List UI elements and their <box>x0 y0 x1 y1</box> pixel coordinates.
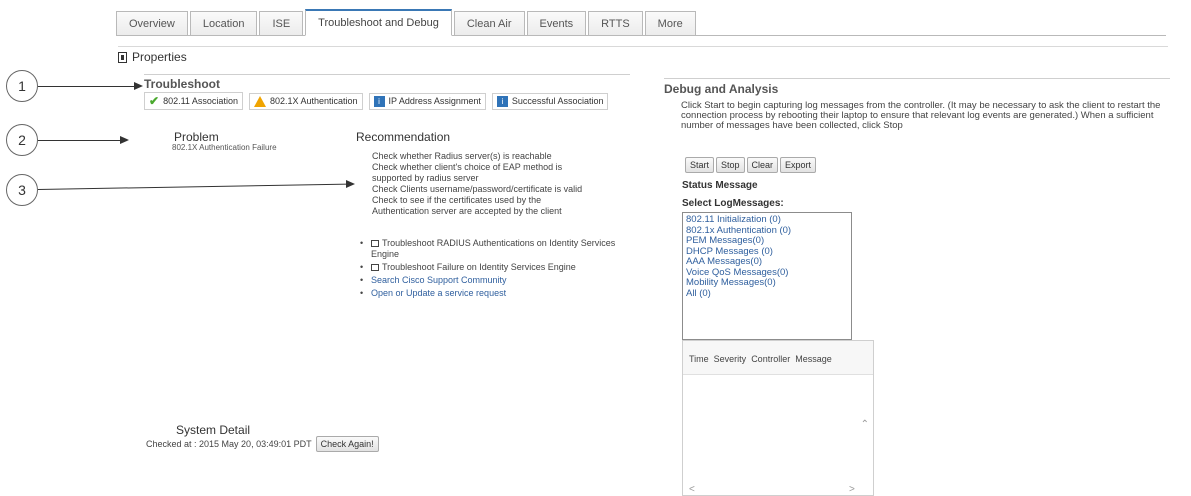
properties-label: Properties <box>132 50 187 64</box>
recommendation-title: Recommendation <box>356 130 451 144</box>
list-item[interactable]: Mobility Messages(0) <box>686 277 848 289</box>
info-icon: i <box>496 95 508 107</box>
scroll-left-icon[interactable]: < <box>689 484 695 495</box>
list-item[interactable]: 802.11 Initialization (0) <box>686 214 848 226</box>
recommendation-line: supported by radius server <box>372 173 479 183</box>
list-item: • Troubleshoot RADIUS Authentications on… <box>360 238 620 260</box>
select-log-messages-label: Select LogMessages: <box>682 198 784 209</box>
table-header: Time Severity Controller Message <box>683 341 873 375</box>
service-request-link[interactable]: Open or Update a service request <box>371 288 506 299</box>
troubleshoot-title: Troubleshoot <box>144 77 220 91</box>
step-label: 802.11 Association <box>163 96 238 106</box>
callout-3: 3 <box>6 174 38 206</box>
callout-arrow <box>38 140 122 141</box>
properties-header[interactable]: Properties <box>118 50 187 64</box>
step-association: ✔ 802.11 Association <box>144 92 243 110</box>
tab-ise[interactable]: ISE <box>259 11 304 35</box>
info-icon: i <box>373 95 385 107</box>
column-header-time[interactable]: Time <box>689 354 709 374</box>
debug-description: Click Start to begin capturing log messa… <box>681 100 1161 131</box>
check-again-button[interactable]: Check Again! <box>315 436 379 452</box>
step-label: 802.1X Authentication <box>269 96 358 106</box>
log-table: Time Severity Controller Message ⌃ ⌄ < > <box>682 340 874 496</box>
log-messages-list[interactable]: 802.11 Initialization (0) 802.1x Authent… <box>682 212 852 340</box>
callout-1: 1 <box>6 70 38 102</box>
step-successful-association: i Successful Association <box>491 92 609 110</box>
list-item: • Open or Update a service request <box>360 288 507 299</box>
recommendation-line: Check to see if the certificates used by… <box>372 195 542 205</box>
list-item: • Troubleshoot Failure on Identity Servi… <box>360 262 576 273</box>
troubleshoot-steps: ✔ 802.11 Association 802.1X Authenticati… <box>144 92 609 110</box>
callout-arrow <box>37 183 348 190</box>
debug-toolbar: Start Stop Clear Export <box>685 157 817 173</box>
external-link-icon <box>371 264 379 271</box>
recommendation-line: Check Clients username/password/certific… <box>372 184 583 194</box>
list-item: • Search Cisco Support Community <box>360 275 507 286</box>
step-label: IP Address Assignment <box>388 96 481 106</box>
tab-clean-air[interactable]: Clean Air <box>453 11 525 35</box>
step-label: Successful Association <box>511 96 604 106</box>
divider <box>664 78 1170 79</box>
scroll-right-icon[interactable]: > <box>849 484 855 495</box>
arrow-head-icon <box>346 180 355 188</box>
checked-at-text: Checked at : 2015 May 20, 03:49:01 PDT <box>146 439 312 449</box>
search-community-link[interactable]: Search Cisco Support Community <box>371 275 507 286</box>
callout-2: 2 <box>6 124 38 156</box>
clear-button[interactable]: Clear <box>746 157 779 173</box>
export-button[interactable]: Export <box>780 157 817 173</box>
status-message-label: Status Message <box>682 180 758 191</box>
recommendation-line: Check whether client's choice of EAP met… <box>372 162 563 172</box>
divider <box>118 46 1168 47</box>
start-button[interactable]: Start <box>685 157 715 173</box>
check-icon: ✔ <box>149 94 160 108</box>
list-item[interactable]: All (0) <box>686 288 848 300</box>
list-item[interactable]: PEM Messages(0) <box>686 235 848 247</box>
column-header-severity[interactable]: Severity <box>714 354 747 374</box>
system-detail-row: Checked at : 2015 May 20, 03:49:01 PDT C… <box>146 436 379 452</box>
step-ip-address: i IP Address Assignment <box>368 92 486 110</box>
tab-bar: Overview Location ISE Troubleshoot and D… <box>116 9 1166 36</box>
arrow-head-icon <box>120 136 129 144</box>
external-link-icon <box>371 240 379 247</box>
tab-location[interactable]: Location <box>189 11 258 35</box>
column-header-message[interactable]: Message <box>795 354 832 374</box>
recommendation-line: Authentication server are accepted by th… <box>372 206 562 216</box>
problem-text: 802.1X Authentication Failure <box>172 143 277 152</box>
stop-button[interactable]: Stop <box>716 157 745 173</box>
divider <box>144 74 630 75</box>
step-authentication: 802.1X Authentication <box>248 92 363 110</box>
recommendation-line: Check whether Radius server(s) is reacha… <box>372 151 552 161</box>
callout-arrow <box>38 86 136 87</box>
list-item[interactable]: AAA Messages(0) <box>686 256 848 268</box>
problem-title: Problem <box>174 130 219 144</box>
troubleshoot-failure-link[interactable]: Troubleshoot Failure on Identity Service… <box>371 262 576 273</box>
recommendation-text: Check whether Radius server(s) is reacha… <box>372 151 622 217</box>
link-label[interactable]: Troubleshoot RADIUS Authentications on I… <box>371 238 615 259</box>
tab-rtts[interactable]: RTTS <box>588 11 643 35</box>
expand-icon[interactable] <box>118 51 127 63</box>
tab-troubleshoot-and-debug[interactable]: Troubleshoot and Debug <box>305 9 452 36</box>
scroll-up-icon[interactable]: ⌃ <box>861 419 869 430</box>
warning-icon <box>253 95 266 107</box>
column-header-controller[interactable]: Controller <box>751 354 790 374</box>
tab-events[interactable]: Events <box>526 11 587 35</box>
recommendation-links: • Troubleshoot RADIUS Authentications on… <box>360 238 620 301</box>
system-detail-title: System Detail <box>176 423 251 437</box>
debug-title: Debug and Analysis <box>664 82 779 96</box>
link-label[interactable]: Troubleshoot Failure on Identity Service… <box>382 262 576 272</box>
table-body: ⌃ ⌄ < > <box>683 375 873 496</box>
tab-overview[interactable]: Overview <box>116 11 188 35</box>
tab-more[interactable]: More <box>644 11 696 35</box>
troubleshoot-radius-link[interactable]: Troubleshoot RADIUS Authentications on I… <box>371 238 620 260</box>
arrow-head-icon <box>134 82 143 90</box>
